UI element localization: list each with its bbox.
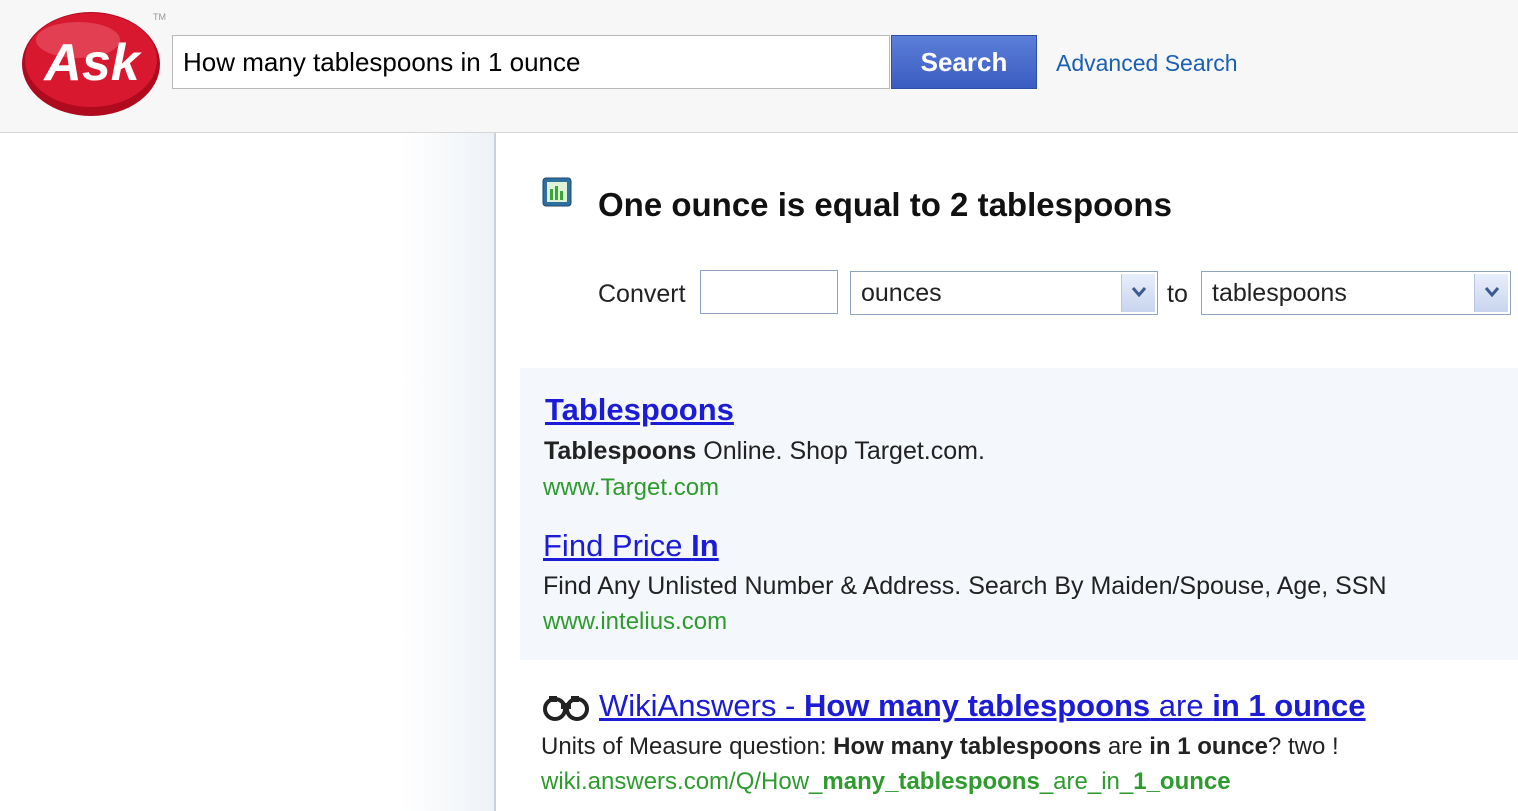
to-unit-value: tablespoons bbox=[1212, 279, 1347, 307]
to-dropdown-arrow[interactable] bbox=[1474, 274, 1508, 312]
ask-logo[interactable]: Ask bbox=[20, 10, 162, 118]
advanced-search-link[interactable]: Advanced Search bbox=[1056, 50, 1238, 77]
result-url-bold: many_tablespoons bbox=[822, 768, 1040, 795]
result-url-part: _are_in_ bbox=[1039, 768, 1134, 795]
search-input[interactable] bbox=[172, 35, 890, 89]
ad-title-bold: In bbox=[691, 528, 719, 563]
convert-label: Convert bbox=[598, 280, 686, 308]
logo-text: Ask bbox=[42, 34, 142, 92]
to-unit-select[interactable]: tablespoons bbox=[1201, 271, 1511, 315]
result-url[interactable]: wiki.answers.com/Q/How_many_tablespoons_… bbox=[541, 768, 1231, 796]
result-desc-bold: in 1 ounce bbox=[1149, 733, 1268, 760]
result-desc-part: are bbox=[1101, 733, 1150, 760]
from-dropdown-arrow[interactable] bbox=[1121, 274, 1155, 312]
result-title-part: are bbox=[1150, 688, 1213, 723]
ad-title-find-price[interactable]: Find Price In bbox=[543, 528, 719, 564]
trademark-mark: TM bbox=[153, 12, 166, 22]
result-url-part: wiki.answers.com/Q/How_ bbox=[541, 768, 823, 795]
result-description: Units of Measure question: How many tabl… bbox=[541, 733, 1339, 761]
result-title-bold: in 1 ounce bbox=[1212, 688, 1366, 723]
ad-desc-rest: Online. Shop Target.com. bbox=[696, 437, 985, 465]
from-unit-select[interactable]: ounces bbox=[850, 271, 1158, 315]
chevron-down-icon bbox=[1131, 287, 1147, 298]
ad-title-plain: Find Price bbox=[543, 528, 692, 563]
chevron-down-icon bbox=[1484, 287, 1500, 298]
binoculars-icon bbox=[543, 696, 589, 721]
answer-headline: One ounce is equal to 2 tablespoons bbox=[598, 186, 1172, 223]
search-button[interactable]: Search bbox=[891, 35, 1037, 89]
result-title-bold: How many tablespoons bbox=[803, 688, 1151, 723]
ad-desc-bold: Tablespoons bbox=[544, 437, 697, 465]
result-desc-part: Units of Measure question: bbox=[541, 733, 834, 760]
header-bar: Ask TM Search Advanced Search bbox=[0, 0, 1518, 133]
result-desc-part: ? two ! bbox=[1267, 733, 1339, 760]
to-label: to bbox=[1167, 280, 1188, 308]
left-column-shade bbox=[400, 133, 494, 811]
ad-title-tablespoons[interactable]: Tablespoons bbox=[545, 392, 734, 428]
convert-amount-input[interactable] bbox=[700, 270, 838, 314]
result-url-bold: 1_ounce bbox=[1133, 768, 1231, 795]
ad-description: Find Any Unlisted Number & Address. Sear… bbox=[543, 572, 1387, 600]
result-title-wikianswers[interactable]: WikiAnswers - How many tablespoons are i… bbox=[599, 688, 1366, 724]
calculator-icon bbox=[542, 177, 572, 207]
from-unit-value: ounces bbox=[861, 279, 942, 307]
result-title-part: WikiAnswers - bbox=[599, 688, 804, 723]
ad-url[interactable]: www.Target.com bbox=[543, 474, 719, 502]
column-divider bbox=[494, 133, 496, 811]
result-desc-bold: How many tablespoons bbox=[833, 733, 1102, 760]
ad-description: Tablespoons Online. Shop Target.com. bbox=[544, 437, 985, 466]
ad-url[interactable]: www.intelius.com bbox=[543, 608, 727, 636]
